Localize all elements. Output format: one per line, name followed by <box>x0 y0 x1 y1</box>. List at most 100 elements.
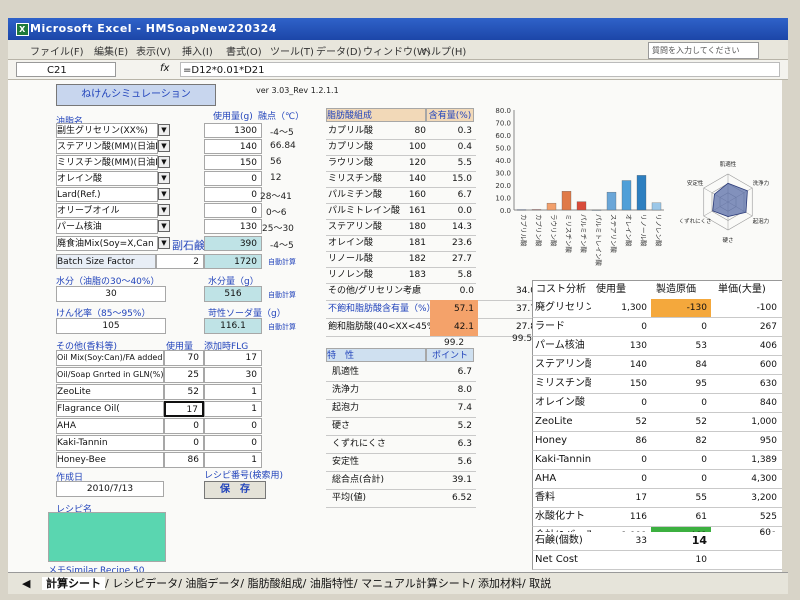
chevron-down-icon[interactable]: ▼ <box>158 172 170 184</box>
cost-row: ラード 0 0 267 <box>532 318 782 337</box>
formula-input[interactable]: =D12*0.01*D21 <box>180 62 780 77</box>
other-flag-cell[interactable]: 0 <box>204 435 262 451</box>
date-cell[interactable]: 2010/7/13 <box>56 481 164 497</box>
other-use-cell[interactable]: 0 <box>164 435 204 451</box>
sub-soap-value: 390 <box>204 236 262 251</box>
chevron-down-icon[interactable]: ▼ <box>158 237 170 249</box>
other-use-cell[interactable]: 25 <box>164 367 204 383</box>
name-box[interactable]: C21 <box>16 62 116 77</box>
saponify-cell[interactable]: 105 <box>56 318 166 334</box>
sum-b: 99.5 <box>512 334 533 344</box>
oil-name-cell[interactable]: パーム核油 <box>56 219 158 234</box>
other-name-cell[interactable]: Oil/Soap Gnrted in GLN(%) <box>56 367 164 383</box>
cost-header-cell: 単価(大量) <box>718 284 766 295</box>
property-value: 7.4 <box>457 403 472 413</box>
fatty-mw: 140 <box>408 174 426 184</box>
other-use-cell[interactable]: 52 <box>164 384 204 400</box>
oil-name-cell[interactable]: ステアリン酸(MM)(日油N <box>56 139 158 154</box>
property-row: 起泡力 7.4 <box>326 399 476 418</box>
oil-name-cell[interactable]: オリーブオイル <box>56 203 158 218</box>
chevron-down-icon[interactable]: ▼ <box>158 140 170 152</box>
batch-factor-cell[interactable]: 2 <box>156 254 204 269</box>
oil-name-cell[interactable]: Lard(Ref.) <box>56 187 158 202</box>
cost-name: パーム核油 <box>535 340 585 351</box>
menu-help[interactable]: ヘルプ(H) <box>421 43 466 58</box>
fatty-name: リノレン酸 <box>328 270 374 280</box>
property-row: くずれにくさ 6.3 <box>326 435 476 454</box>
oil-amount-cell[interactable]: 0 <box>204 203 262 218</box>
menu-edit[interactable]: 編集(E) <box>94 43 128 58</box>
oil-name-cell[interactable]: ミリスチン酸(MM)(日油N <box>56 155 158 170</box>
fatty-row: パルミチン酸 160 6.7 <box>326 187 476 204</box>
other-name-cell[interactable]: AHA <box>56 418 164 434</box>
chevron-down-icon[interactable]: ▼ <box>158 156 170 168</box>
menu-view[interactable]: 表示(V) <box>136 43 171 58</box>
other-flag-cell[interactable]: 1 <box>204 452 262 468</box>
menu-file[interactable]: ファイル(F) <box>30 43 84 58</box>
cost-unit: 630 <box>759 379 777 389</box>
chevron-down-icon[interactable]: ▼ <box>158 124 170 136</box>
chevron-down-icon[interactable]: ▼ <box>158 220 170 232</box>
other-flag-cell[interactable]: 30 <box>204 367 262 383</box>
help-search-input[interactable]: 質問を入力してください <box>648 42 759 59</box>
other-flag-cell[interactable]: 0 <box>204 418 262 434</box>
tab-scroll-icon[interactable]: ◀ <box>22 577 30 590</box>
oil-amount-cell[interactable]: 1300 <box>204 123 262 138</box>
fatty-mw: 80 <box>414 126 426 136</box>
cost-value: 55 <box>695 493 707 503</box>
other-flag-cell[interactable]: 1 <box>204 401 262 417</box>
other-name-cell[interactable]: ZeoLite <box>56 384 164 400</box>
recipe-name-input[interactable] <box>48 512 166 562</box>
property-name: くずれにくさ <box>332 439 386 449</box>
fatty-name: ラウリン酸 <box>328 158 374 168</box>
tab-manual-calc[interactable]: マニュアル計算シート <box>361 577 471 590</box>
property-row: 硬さ 5.2 <box>326 417 476 436</box>
other-name-cell[interactable]: Honey-Bee <box>56 452 164 468</box>
menu-tools[interactable]: ツール(T) <box>270 43 314 58</box>
chevron-down-icon[interactable]: ▼ <box>158 204 170 216</box>
oil-name-cell[interactable]: 副生グリセリン(XX%) <box>56 123 158 138</box>
other-use-cell[interactable]: 0 <box>164 418 204 434</box>
tab-calc-sheet[interactable]: 計算シート <box>41 577 105 590</box>
other-use-cell-selected[interactable]: 17 <box>164 401 204 417</box>
menu-data[interactable]: データ(D) <box>316 43 362 58</box>
oil-amount-cell[interactable]: 140 <box>204 139 262 154</box>
y-tick-label: 50.0 <box>495 145 511 153</box>
simulation-title-button[interactable]: ねけんシミュレーション <box>56 84 216 106</box>
oil-amount-cell[interactable]: 0 <box>204 187 262 202</box>
fatty-mw: 161 <box>408 206 426 216</box>
cost-value: 82 <box>695 436 707 446</box>
tab-oil-data[interactable]: 油脂データ <box>185 577 240 590</box>
cost-unit: 267 <box>759 322 777 332</box>
water-percent-cell[interactable]: 30 <box>56 286 166 302</box>
fx-icon[interactable]: fx <box>160 63 169 74</box>
other-name-cell[interactable]: Kaki-Tannin <box>56 435 164 451</box>
cost-use: 150 <box>629 379 647 389</box>
tab-manual[interactable]: 取説 <box>529 577 551 590</box>
other-use-cell[interactable]: 70 <box>164 350 204 366</box>
oil-name-cell[interactable]: オレイン酸 <box>56 171 158 186</box>
oil-name-cell[interactable]: 廃食油Mix(Soy=X,Can <box>56 236 158 251</box>
other-use-cell[interactable]: 86 <box>164 452 204 468</box>
tab-fatty-acid[interactable]: 脂肪酸組成 <box>248 577 303 590</box>
fatty-pct: 15.0 <box>451 174 472 184</box>
tab-oil-properties[interactable]: 油脂特性 <box>310 577 354 590</box>
other-name-cell[interactable]: Oil Mix(Soy:Can)/FA added <box>56 350 164 366</box>
save-button[interactable]: 保 存 <box>204 481 266 499</box>
chevron-down-icon[interactable]: ▼ <box>158 188 170 200</box>
cost-row: AHA 0 0 4,300 <box>532 470 782 489</box>
other-name-cell[interactable]: Flagrance Oil( <box>56 401 164 417</box>
cost-row: ZeoLite 52 52 1,000 <box>532 413 782 432</box>
oil-amount-cell[interactable]: 150 <box>204 155 262 170</box>
oil-melt: 66.84 <box>270 141 296 151</box>
tab-recipe-data[interactable]: レシピデータ <box>112 577 178 590</box>
oil-amount-cell[interactable]: 0 <box>204 171 262 186</box>
menu-format[interactable]: 書式(O) <box>226 43 262 58</box>
fatty-name: パルミトレイン酸 <box>328 206 401 216</box>
tab-additives[interactable]: 添加材料 <box>478 577 522 590</box>
other-flag-cell[interactable]: 1 <box>204 384 262 400</box>
other-flag-cell[interactable]: 17 <box>204 350 262 366</box>
oil-amount-cell[interactable]: 130 <box>204 219 262 234</box>
fatty-mw: 100 <box>408 142 426 152</box>
menu-insert[interactable]: 挿入(I) <box>182 43 213 58</box>
